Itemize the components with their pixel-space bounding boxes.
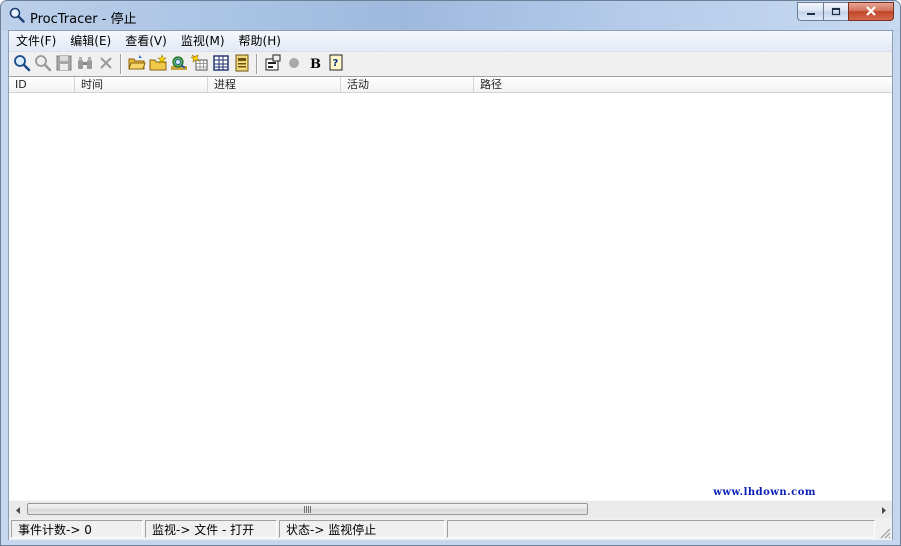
svg-text:B: B <box>310 57 321 72</box>
globe-magnifier-icon <box>170 54 188 75</box>
caption-buttons <box>797 2 894 21</box>
open-folder-button[interactable] <box>126 53 147 75</box>
arrow-right-icon <box>881 503 887 517</box>
magnifier-icon <box>13 54 31 75</box>
status-state: 状态-> 监视停止 <box>279 520 445 538</box>
x-icon <box>97 54 115 75</box>
resize-grip-icon[interactable] <box>879 527 891 539</box>
folder-star-icon <box>149 53 167 75</box>
status-bar: 事件计数-> 0 监视-> 文件 - 打开 状态-> 监视停止 <box>9 518 892 540</box>
list-header: ID 时间 进程 活动 路径 <box>9 77 892 93</box>
close-button[interactable] <box>848 2 894 21</box>
table-view-button[interactable] <box>210 53 231 75</box>
magnifier-disabled-icon <box>34 54 52 75</box>
menu-bar: 文件(F) 编辑(E) 查看(V) 监视(M) 帮助(H) <box>9 31 892 52</box>
column-header-path[interactable]: 路径 <box>474 77 892 92</box>
properties-icon <box>264 54 282 75</box>
horizontal-scrollbar[interactable] <box>9 500 892 518</box>
menu-view[interactable]: 查看(V) <box>118 31 174 51</box>
document-icon <box>233 54 251 75</box>
bold-button[interactable]: B <box>304 53 325 75</box>
new-folder-button[interactable] <box>147 53 168 75</box>
window-title: ProcTracer - 停止 <box>30 12 137 27</box>
toolbar-separator <box>120 54 122 74</box>
floppy-disk-icon <box>55 54 73 75</box>
arrow-left-icon <box>15 503 21 517</box>
toolbar-separator <box>256 54 258 74</box>
filter-button[interactable] <box>189 53 210 75</box>
magnifier-icon <box>9 7 25 23</box>
status-event-count: 事件计数-> 0 <box>11 520 143 538</box>
scrollbar-thumb[interactable] <box>27 503 588 515</box>
watermark-text: www.lhdown.com <box>713 487 816 498</box>
column-header-activity[interactable]: 活动 <box>341 77 474 92</box>
minimize-button[interactable] <box>797 2 823 21</box>
title-bar[interactable]: ProcTracer - 停止 <box>1 1 900 30</box>
minimize-icon <box>806 5 816 19</box>
help-question-icon: ? <box>327 54 345 75</box>
maximize-button[interactable] <box>823 2 848 21</box>
capture-button[interactable] <box>168 53 189 75</box>
toolbar: B ? <box>9 52 892 76</box>
scroll-right-button[interactable] <box>875 501 892 518</box>
svg-text:?: ? <box>332 58 338 69</box>
binoculars-icon <box>76 54 94 75</box>
find-button[interactable] <box>74 53 95 75</box>
menu-edit[interactable]: 编辑(E) <box>63 31 118 51</box>
stop-monitor-button[interactable] <box>32 53 53 75</box>
record-button[interactable] <box>283 53 304 75</box>
client-area: 文件(F) 编辑(E) 查看(V) 监视(M) 帮助(H) B ? ID 时间 … <box>8 30 893 540</box>
help-button[interactable]: ? <box>325 53 346 75</box>
open-folder-icon <box>127 54 146 75</box>
save-button[interactable] <box>53 53 74 75</box>
status-extra <box>447 520 875 538</box>
column-header-time[interactable]: 时间 <box>75 77 208 92</box>
close-icon <box>865 5 877 19</box>
menu-file[interactable]: 文件(F) <box>9 31 63 51</box>
app-window: ProcTracer - 停止 文件(F) 编辑(E) 查看(V) 监视(M) … <box>0 0 901 546</box>
grip-icon <box>304 505 311 513</box>
maximize-icon <box>831 5 841 19</box>
log-button[interactable] <box>231 53 252 75</box>
clear-button[interactable] <box>95 53 116 75</box>
table-icon <box>212 54 230 75</box>
start-monitor-button[interactable] <box>11 53 32 75</box>
filter-grid-icon <box>189 53 209 75</box>
bold-b-icon: B <box>306 54 324 75</box>
menu-monitor[interactable]: 监视(M) <box>174 31 232 51</box>
column-header-process[interactable]: 进程 <box>208 77 341 92</box>
menu-help[interactable]: 帮助(H) <box>232 31 288 51</box>
status-monitor: 监视-> 文件 - 打开 <box>145 520 277 538</box>
list-body[interactable] <box>9 93 892 501</box>
properties-button[interactable] <box>262 53 283 75</box>
column-header-id[interactable]: ID <box>9 77 75 92</box>
scroll-left-button[interactable] <box>9 501 26 518</box>
event-list[interactable]: ID 时间 进程 活动 路径 www.lhdown.com <box>9 76 892 518</box>
record-dot-icon <box>285 54 303 75</box>
